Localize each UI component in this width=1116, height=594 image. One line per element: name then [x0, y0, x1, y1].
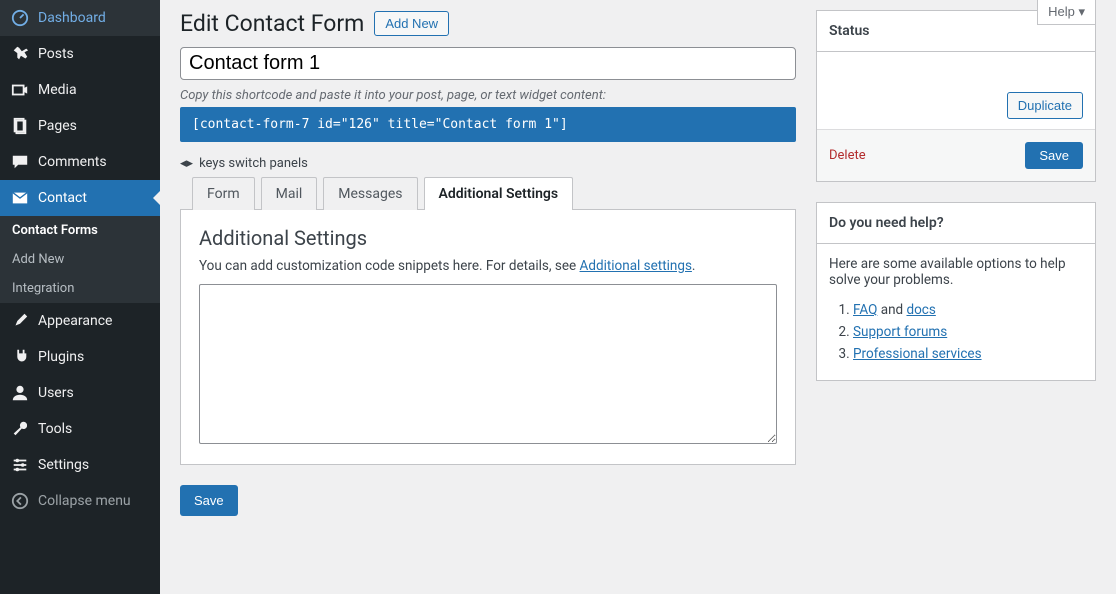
- help-list: FAQ and docs Support forums Professional…: [829, 302, 1083, 362]
- main-content: Help ▾ Edit Contact Form Add New Copy th…: [160, 0, 1116, 594]
- user-icon: [10, 383, 30, 403]
- additional-settings-link[interactable]: Additional settings: [580, 258, 692, 274]
- tab-mail[interactable]: Mail: [261, 177, 318, 210]
- menu-posts[interactable]: Posts: [0, 36, 160, 72]
- status-postbox: Status Duplicate Delete Save: [816, 10, 1096, 182]
- duplicate-button[interactable]: Duplicate: [1007, 92, 1083, 119]
- help-item-pro: Professional services: [853, 346, 1083, 362]
- help-item-support: Support forums: [853, 324, 1083, 340]
- form-title-input[interactable]: [180, 47, 796, 80]
- pages-icon: [10, 116, 30, 136]
- sidebar-save-button[interactable]: Save: [1025, 142, 1083, 169]
- tab-additional-settings[interactable]: Additional Settings: [424, 177, 574, 210]
- plugin-icon: [10, 347, 30, 367]
- menu-users[interactable]: Users: [0, 375, 160, 411]
- tab-form[interactable]: Form: [192, 177, 255, 210]
- menu-label: Collapse menu: [38, 493, 131, 509]
- help-title: Do you need help?: [817, 203, 1095, 244]
- menu-label: Tools: [38, 421, 72, 437]
- shortcode-display[interactable]: [contact-form-7 id="126" title="Contact …: [180, 107, 796, 142]
- menu-settings[interactable]: Settings: [0, 447, 160, 483]
- sliders-icon: [10, 455, 30, 475]
- menu-appearance[interactable]: Appearance: [0, 303, 160, 339]
- brush-icon: [10, 311, 30, 331]
- submenu-contact-forms[interactable]: Contact Forms: [0, 216, 160, 245]
- help-intro: Here are some available options to help …: [829, 256, 1083, 288]
- tab-messages[interactable]: Messages: [323, 177, 417, 210]
- pin-icon: [10, 44, 30, 64]
- menu-label: Plugins: [38, 349, 84, 365]
- page-title: Edit Contact Form: [180, 10, 364, 37]
- submenu-contact: Contact Forms Add New Integration: [0, 216, 160, 303]
- menu-label: Settings: [38, 457, 89, 473]
- support-forums-link[interactable]: Support forums: [853, 324, 947, 340]
- admin-sidebar: Dashboard Posts Media Pages Comments Con…: [0, 0, 160, 594]
- wrench-icon: [10, 419, 30, 439]
- menu-tools[interactable]: Tools: [0, 411, 160, 447]
- menu-plugins[interactable]: Plugins: [0, 339, 160, 375]
- menu-label: Users: [38, 385, 74, 401]
- dashboard-icon: [10, 8, 30, 28]
- save-button[interactable]: Save: [180, 485, 238, 516]
- panel-title: Additional Settings: [199, 226, 777, 250]
- professional-services-link[interactable]: Professional services: [853, 346, 982, 362]
- tab-panel-additional: Additional Settings You can add customiz…: [180, 209, 796, 465]
- menu-label: Contact: [38, 190, 87, 206]
- docs-link[interactable]: docs: [906, 302, 935, 318]
- menu-pages[interactable]: Pages: [0, 108, 160, 144]
- menu-label: Posts: [38, 46, 74, 62]
- menu-comments[interactable]: Comments: [0, 144, 160, 180]
- submenu-integration[interactable]: Integration: [0, 274, 160, 303]
- shortcode-hint: Copy this shortcode and paste it into yo…: [180, 88, 796, 103]
- collapse-icon: [10, 491, 30, 511]
- mail-icon: [10, 188, 30, 208]
- add-new-button[interactable]: Add New: [374, 11, 449, 36]
- keys-hint: ◂▸ keys switch panels: [180, 156, 796, 171]
- menu-label: Dashboard: [38, 10, 106, 26]
- keys-hint-text: keys switch panels: [199, 156, 308, 171]
- panel-description: You can add customization code snippets …: [199, 258, 777, 274]
- help-tab-button[interactable]: Help ▾: [1037, 0, 1096, 25]
- help-item-faq: FAQ and docs: [853, 302, 1083, 318]
- media-icon: [10, 80, 30, 100]
- menu-contact[interactable]: Contact: [0, 180, 160, 216]
- menu-dashboard[interactable]: Dashboard: [0, 0, 160, 36]
- menu-label: Appearance: [38, 313, 112, 329]
- help-postbox: Do you need help? Here are some availabl…: [816, 202, 1096, 381]
- submenu-add-new[interactable]: Add New: [0, 245, 160, 274]
- tabs-nav: Form Mail Messages Additional Settings: [192, 177, 796, 210]
- menu-label: Pages: [38, 118, 77, 134]
- faq-link[interactable]: FAQ: [853, 302, 877, 318]
- delete-link[interactable]: Delete: [829, 148, 866, 163]
- menu-label: Media: [38, 82, 77, 98]
- menu-collapse[interactable]: Collapse menu: [0, 483, 160, 519]
- arrows-icon: ◂▸: [180, 156, 193, 171]
- menu-label: Comments: [38, 154, 107, 170]
- additional-settings-textarea[interactable]: [199, 284, 777, 444]
- comment-icon: [10, 152, 30, 172]
- menu-media[interactable]: Media: [0, 72, 160, 108]
